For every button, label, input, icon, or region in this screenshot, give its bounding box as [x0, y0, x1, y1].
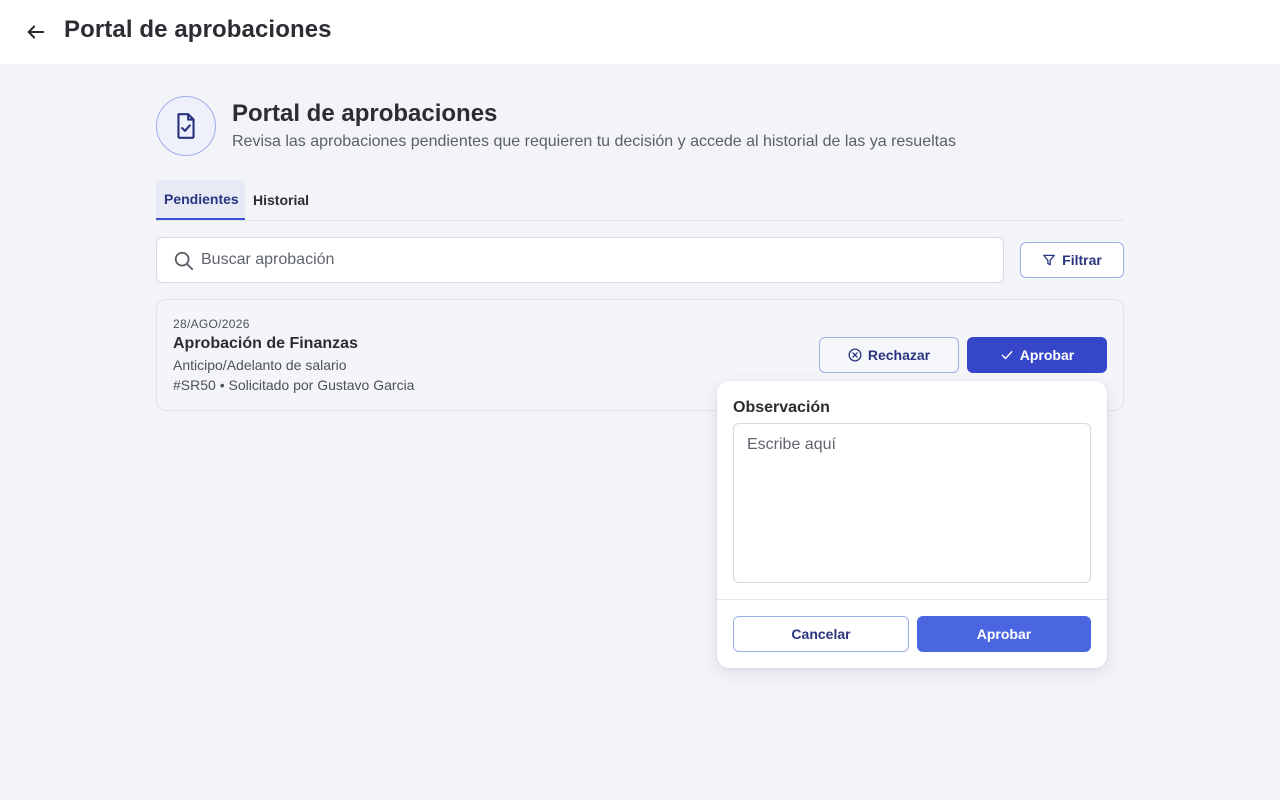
approval-title: Aprobación de Finanzas	[173, 335, 358, 352]
tab-bar: Pendientes Historial	[156, 180, 1124, 221]
approve-button[interactable]: Aprobar	[967, 337, 1107, 373]
arrow-left-icon	[27, 25, 45, 39]
search-box	[156, 237, 1004, 283]
approval-date: 28/AGO/2026	[173, 317, 250, 331]
popover-divider	[717, 599, 1107, 600]
tab-historial[interactable]: Historial	[245, 180, 317, 220]
reject-button-label: Rechazar	[867, 347, 931, 363]
search-icon	[174, 251, 194, 271]
page-header-icon-badge	[156, 96, 216, 156]
circle-x-icon	[848, 348, 862, 362]
back-button[interactable]	[22, 18, 50, 46]
cancel-button[interactable]: Cancelar	[733, 616, 909, 652]
observation-label: Observación	[733, 399, 830, 416]
top-bar: Portal de aprobaciones	[0, 0, 1280, 64]
approval-subtitle: Anticipo/Adelanto de salario	[173, 357, 347, 373]
approve-button-label: Aprobar	[1019, 347, 1075, 363]
confirm-approve-button[interactable]: Aprobar	[917, 616, 1091, 652]
top-bar-title: Portal de aprobaciones	[64, 16, 332, 43]
page-subtitle: Revisa las aprobaciones pendientes que r…	[232, 133, 956, 150]
observation-textarea[interactable]	[733, 423, 1091, 583]
check-icon	[1001, 351, 1013, 360]
document-check-icon	[177, 113, 195, 139]
reject-button[interactable]: Rechazar	[819, 337, 959, 373]
page-title: Portal de aprobaciones	[232, 100, 498, 127]
approval-meta: #SR50 • Solicitado por Gustavo Garcia	[173, 377, 415, 393]
filter-button-label: Filtrar	[1062, 252, 1102, 268]
search-input[interactable]	[201, 246, 981, 274]
filter-icon	[1043, 254, 1056, 266]
filter-button[interactable]: Filtrar	[1020, 242, 1124, 278]
tab-pendientes[interactable]: Pendientes	[156, 180, 245, 220]
approval-observation-popover: Observación Cancelar Aprobar	[717, 381, 1107, 668]
